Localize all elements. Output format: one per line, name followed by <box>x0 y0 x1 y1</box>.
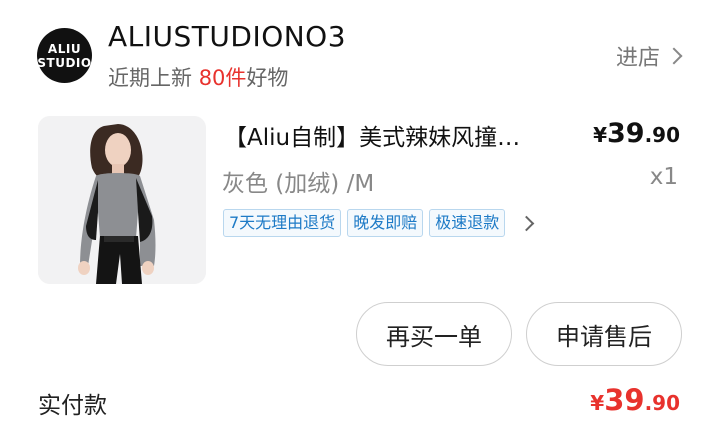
logo-text-line2: STUDIO <box>37 55 92 70</box>
tag-fast-refund: 极速退款 <box>429 209 506 237</box>
service-tags[interactable]: 7天无理由退货 晚发即赔 极速退款 <box>223 209 535 237</box>
paid-integer: 39 <box>604 383 645 417</box>
store-subtitle: 近期上新 80件好物 <box>108 62 288 92</box>
paid-currency: ¥ <box>590 391 605 415</box>
product-photo <box>38 116 206 284</box>
chevron-right-icon[interactable] <box>518 215 535 231</box>
new-items-count: 80件 <box>198 66 247 90</box>
enter-store-link[interactable]: 进店 <box>615 40 683 72</box>
chevron-right-icon <box>665 47 683 65</box>
paid-amount-label: 实付款 <box>38 393 107 419</box>
price-integer: 39 <box>606 118 645 149</box>
product-quantity: x1 <box>649 164 678 190</box>
aftersale-button[interactable]: 申请售后 <box>526 302 682 366</box>
paid-amount: ¥39.90 <box>590 383 680 417</box>
product-price: ¥39.90 <box>593 118 680 149</box>
store-logo[interactable]: ALIU STUDIO <box>37 28 92 83</box>
product-spec: 灰色 (加绒) /M <box>222 171 375 197</box>
product-image[interactable] <box>38 116 206 284</box>
store-name[interactable]: ALIUSTUDIONO3 <box>108 20 346 53</box>
product-title[interactable]: 【Aliu自制】美式辣妹风撞… <box>224 118 564 152</box>
enter-store-label: 进店 <box>615 46 660 71</box>
rebuy-button[interactable]: 再买一单 <box>356 302 512 366</box>
price-currency: ¥ <box>593 123 607 147</box>
price-decimal: .90 <box>644 123 680 147</box>
order-card: ALIU STUDIO ALIUSTUDIONO3 近期上新 80件好物 进店 <box>0 0 720 432</box>
subtitle-suffix: 好物 <box>246 66 289 90</box>
subtitle-prefix: 近期上新 <box>108 66 192 90</box>
paid-decimal: .90 <box>644 391 680 415</box>
tag-7day-return: 7天无理由退货 <box>223 209 342 237</box>
tag-late-compensation: 晚发即赔 <box>347 209 424 237</box>
logo-text-line1: ALIU <box>47 41 82 56</box>
